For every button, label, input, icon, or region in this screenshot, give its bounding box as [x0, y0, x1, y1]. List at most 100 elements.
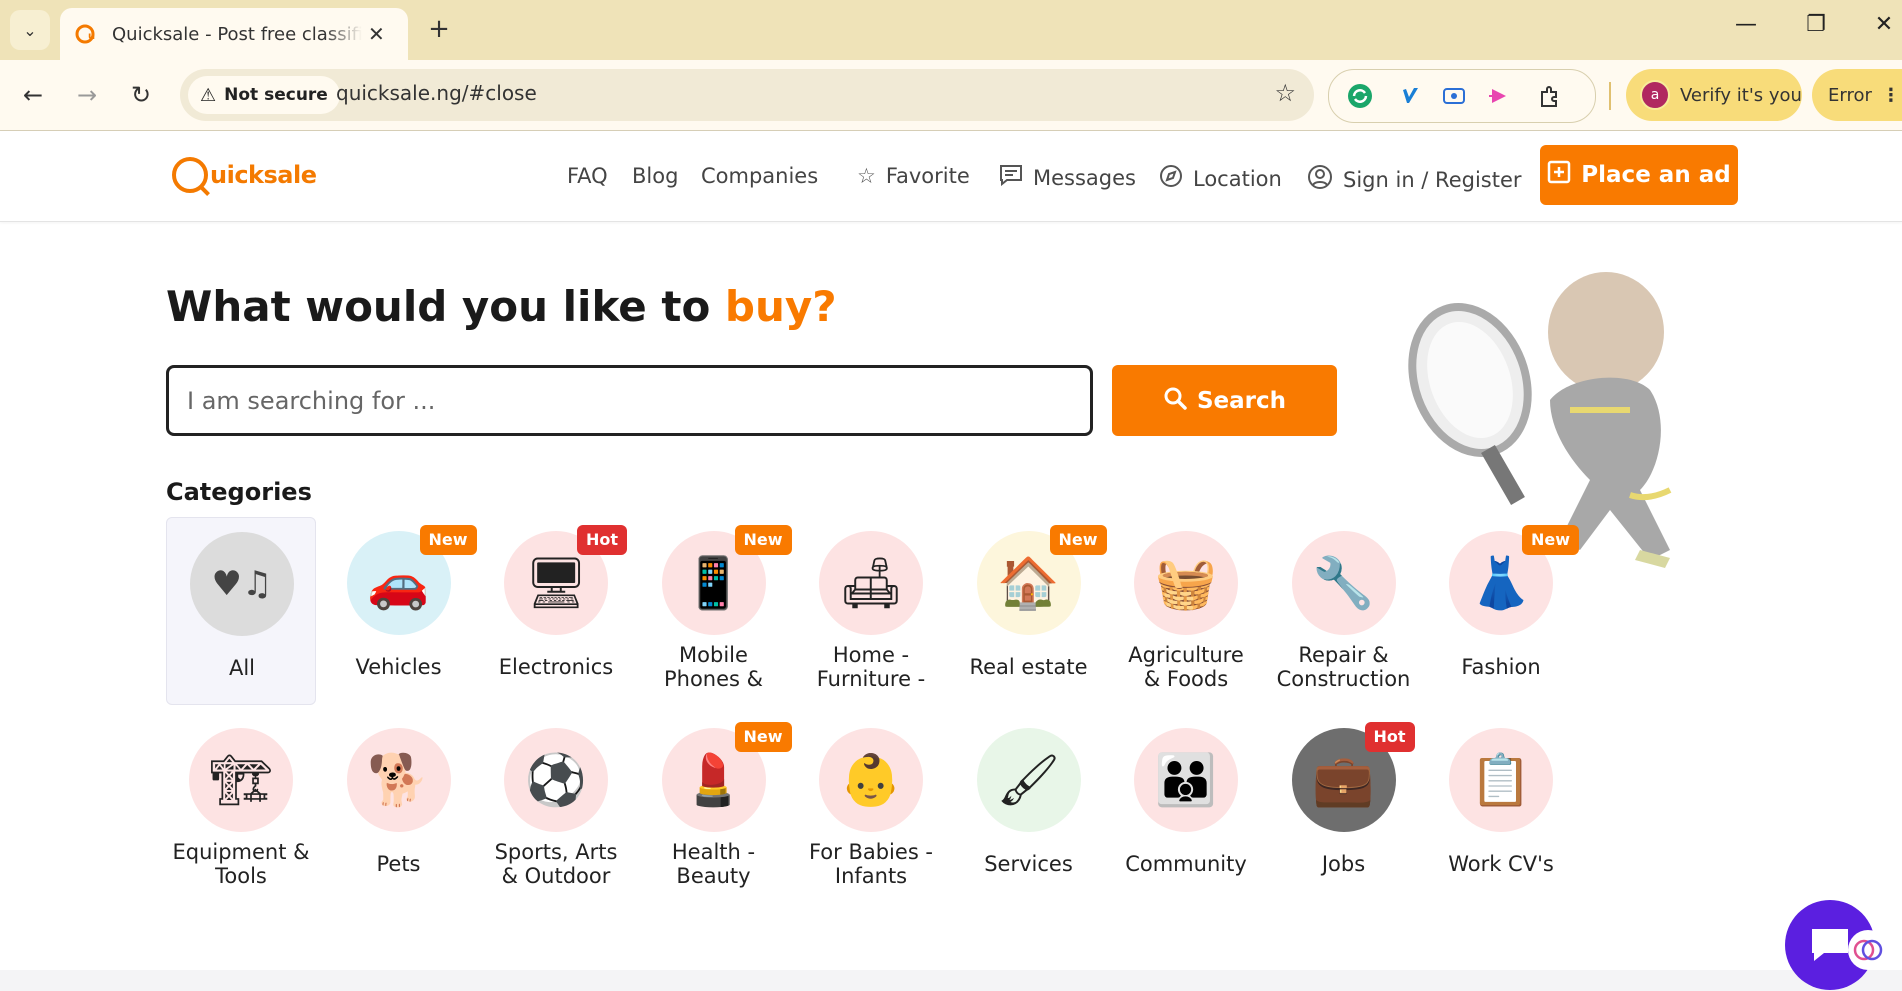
- browser-tab[interactable]: u Quicksale - Post free classified ads ✕: [60, 8, 408, 60]
- category-badge: New: [1049, 525, 1107, 555]
- armchair-icon: 🛋: [819, 531, 923, 635]
- resume-icon: 📋: [1449, 728, 1553, 832]
- equipment-icon: 🏗: [189, 728, 293, 832]
- restore-icon[interactable]: ❐: [1796, 12, 1836, 37]
- ai-assistant-icon[interactable]: [1848, 930, 1888, 970]
- hero-title-highlight: buy?: [724, 282, 837, 331]
- category-tile[interactable]: ⚽ Sports, Arts & Outdoor: [481, 714, 631, 902]
- category-tile[interactable]: 🐕 Pets: [324, 714, 474, 902]
- category-tile[interactable]: 🖥 Hot Electronics: [481, 517, 631, 705]
- forward-icon[interactable]: →: [68, 76, 106, 114]
- tab-search-button[interactable]: ⌄: [10, 10, 50, 50]
- hero-title: What would you like to buy?: [166, 282, 837, 331]
- nav-sign-in-label: Sign in / Register: [1343, 167, 1522, 192]
- category-label: Work CV's: [1448, 852, 1554, 876]
- category-label: Repair & Construction: [1276, 643, 1411, 691]
- media-extension-icon[interactable]: [1485, 81, 1515, 111]
- category-label: Agriculture & Foods: [1128, 643, 1244, 691]
- chevron-down-icon: ⌄: [23, 20, 37, 40]
- category-tile[interactable]: 👪 Community: [1111, 714, 1261, 902]
- toolbar-divider: [1609, 82, 1611, 110]
- category-tile[interactable]: 🛋 Home - Furniture -: [796, 517, 946, 705]
- category-tile[interactable]: 👶 For Babies - Infants: [796, 714, 946, 902]
- category-label: Jobs: [1321, 852, 1366, 876]
- tools-icon: 🔧: [1291, 531, 1396, 635]
- nav-messages-link[interactable]: Messages: [999, 164, 1136, 191]
- reload-icon[interactable]: ↻: [122, 76, 160, 114]
- extensions-puzzle-icon[interactable]: [1535, 81, 1565, 111]
- category-label: Fashion: [1461, 655, 1541, 679]
- back-icon[interactable]: ←: [14, 76, 52, 114]
- search-input[interactable]: [169, 368, 1090, 433]
- category-tile[interactable]: 🏗 Equipment & Tools: [166, 714, 316, 902]
- site-logo[interactable]: uicksale: [172, 155, 317, 195]
- nav-blog-link[interactable]: Blog: [632, 164, 678, 188]
- warning-icon: ⚠: [200, 84, 217, 106]
- category-tile[interactable]: 💼 Hot Jobs: [1269, 714, 1419, 902]
- category-label: Home - Furniture -: [816, 643, 926, 691]
- logo-text: uicksale: [210, 161, 317, 189]
- compass-icon: [1159, 164, 1183, 193]
- svg-text:u: u: [88, 31, 95, 42]
- address-bar[interactable]: ⚠ Not secure quicksale.ng/#close ☆: [180, 69, 1314, 121]
- nav-companies-link[interactable]: Companies: [701, 164, 818, 188]
- all-categories-icon: ♥♫: [190, 532, 294, 636]
- minimize-icon[interactable]: —: [1726, 12, 1766, 37]
- category-tile[interactable]: 🔧 Repair & Construction: [1269, 517, 1419, 705]
- nav-location-link[interactable]: Location: [1159, 164, 1282, 193]
- nav-favorite-link[interactable]: ☆ Favorite: [857, 164, 970, 188]
- logo-q-mark: [172, 157, 208, 193]
- category-label: Mobile Phones &: [663, 643, 764, 691]
- category-tile[interactable]: 🖌 Services: [954, 714, 1104, 902]
- profile-verify-button[interactable]: a Verify it's you: [1626, 69, 1802, 121]
- category-tile[interactable]: 🧺 Agriculture & Foods: [1111, 517, 1261, 705]
- category-badge: New: [419, 525, 477, 555]
- bookmark-star-icon[interactable]: ☆: [1274, 79, 1296, 107]
- close-window-icon[interactable]: ✕: [1864, 12, 1902, 37]
- hero-title-prefix: What would you like to: [166, 282, 725, 331]
- user-circle-icon: [1307, 164, 1333, 195]
- sports-balls-icon: ⚽: [504, 728, 608, 832]
- search-button-label: Search: [1196, 387, 1287, 414]
- category-tile[interactable]: 📋 Work CV's: [1426, 714, 1576, 902]
- category-label: Electronics: [498, 655, 614, 679]
- nav-favorite-label: Favorite: [885, 164, 970, 188]
- search-field[interactable]: [166, 365, 1093, 436]
- category-tile[interactable]: ♥♫ All: [166, 517, 316, 705]
- screen-capture-extension-icon[interactable]: [1439, 81, 1469, 111]
- vimeo-extension-icon[interactable]: [1395, 81, 1425, 111]
- security-chip[interactable]: ⚠ Not secure: [188, 76, 340, 114]
- category-label: For Babies - Infants: [808, 840, 934, 888]
- food-basket-icon: 🧺: [1134, 531, 1238, 635]
- tab-close-icon[interactable]: ✕: [368, 22, 385, 46]
- nav-messages-label: Messages: [1033, 165, 1136, 190]
- category-tile[interactable]: 🚗 New Vehicles: [324, 517, 477, 705]
- search-button[interactable]: Search: [1112, 365, 1337, 436]
- category-label: Equipment & Tools: [172, 840, 310, 888]
- new-tab-button[interactable]: +: [424, 14, 454, 44]
- category-badge: New: [734, 525, 792, 555]
- site-header: uicksale FAQ Blog Companies ☆ Favorite M…: [0, 131, 1902, 222]
- category-tile[interactable]: 👗 New Fashion: [1426, 517, 1580, 705]
- category-label: Real estate: [969, 655, 1088, 679]
- profile-verify-label: Verify it's you: [1680, 84, 1802, 106]
- category-tile[interactable]: 📱 New Mobile Phones &: [639, 517, 792, 705]
- star-icon: ☆: [857, 164, 876, 188]
- place-ad-button[interactable]: Place an ad: [1540, 145, 1738, 205]
- extensions-group: [1328, 69, 1596, 123]
- nav-faq-link[interactable]: FAQ: [567, 164, 608, 188]
- browser-toolbar: ← → ↻ ⚠ Not secure quicksale.ng/#close ☆…: [0, 60, 1902, 131]
- category-tile[interactable]: 🏠 New Real estate: [954, 517, 1107, 705]
- error-label: Error: [1828, 84, 1872, 106]
- category-tile[interactable]: 💄 New Health - Beauty: [639, 714, 792, 902]
- error-menu-button[interactable]: Error ⋮: [1812, 69, 1902, 121]
- url-text[interactable]: quicksale.ng/#close: [336, 81, 537, 105]
- nav-sign-in-link[interactable]: Sign in / Register: [1307, 164, 1522, 195]
- category-label: Health - Beauty: [671, 840, 756, 888]
- people-icon: 👪: [1134, 728, 1238, 832]
- place-ad-label: Place an ad: [1581, 162, 1731, 188]
- sync-extension-icon[interactable]: [1345, 81, 1375, 111]
- message-icon: [999, 164, 1023, 191]
- kebab-menu-icon: ⋮: [1881, 84, 1900, 106]
- footer-strip: [0, 970, 1902, 991]
